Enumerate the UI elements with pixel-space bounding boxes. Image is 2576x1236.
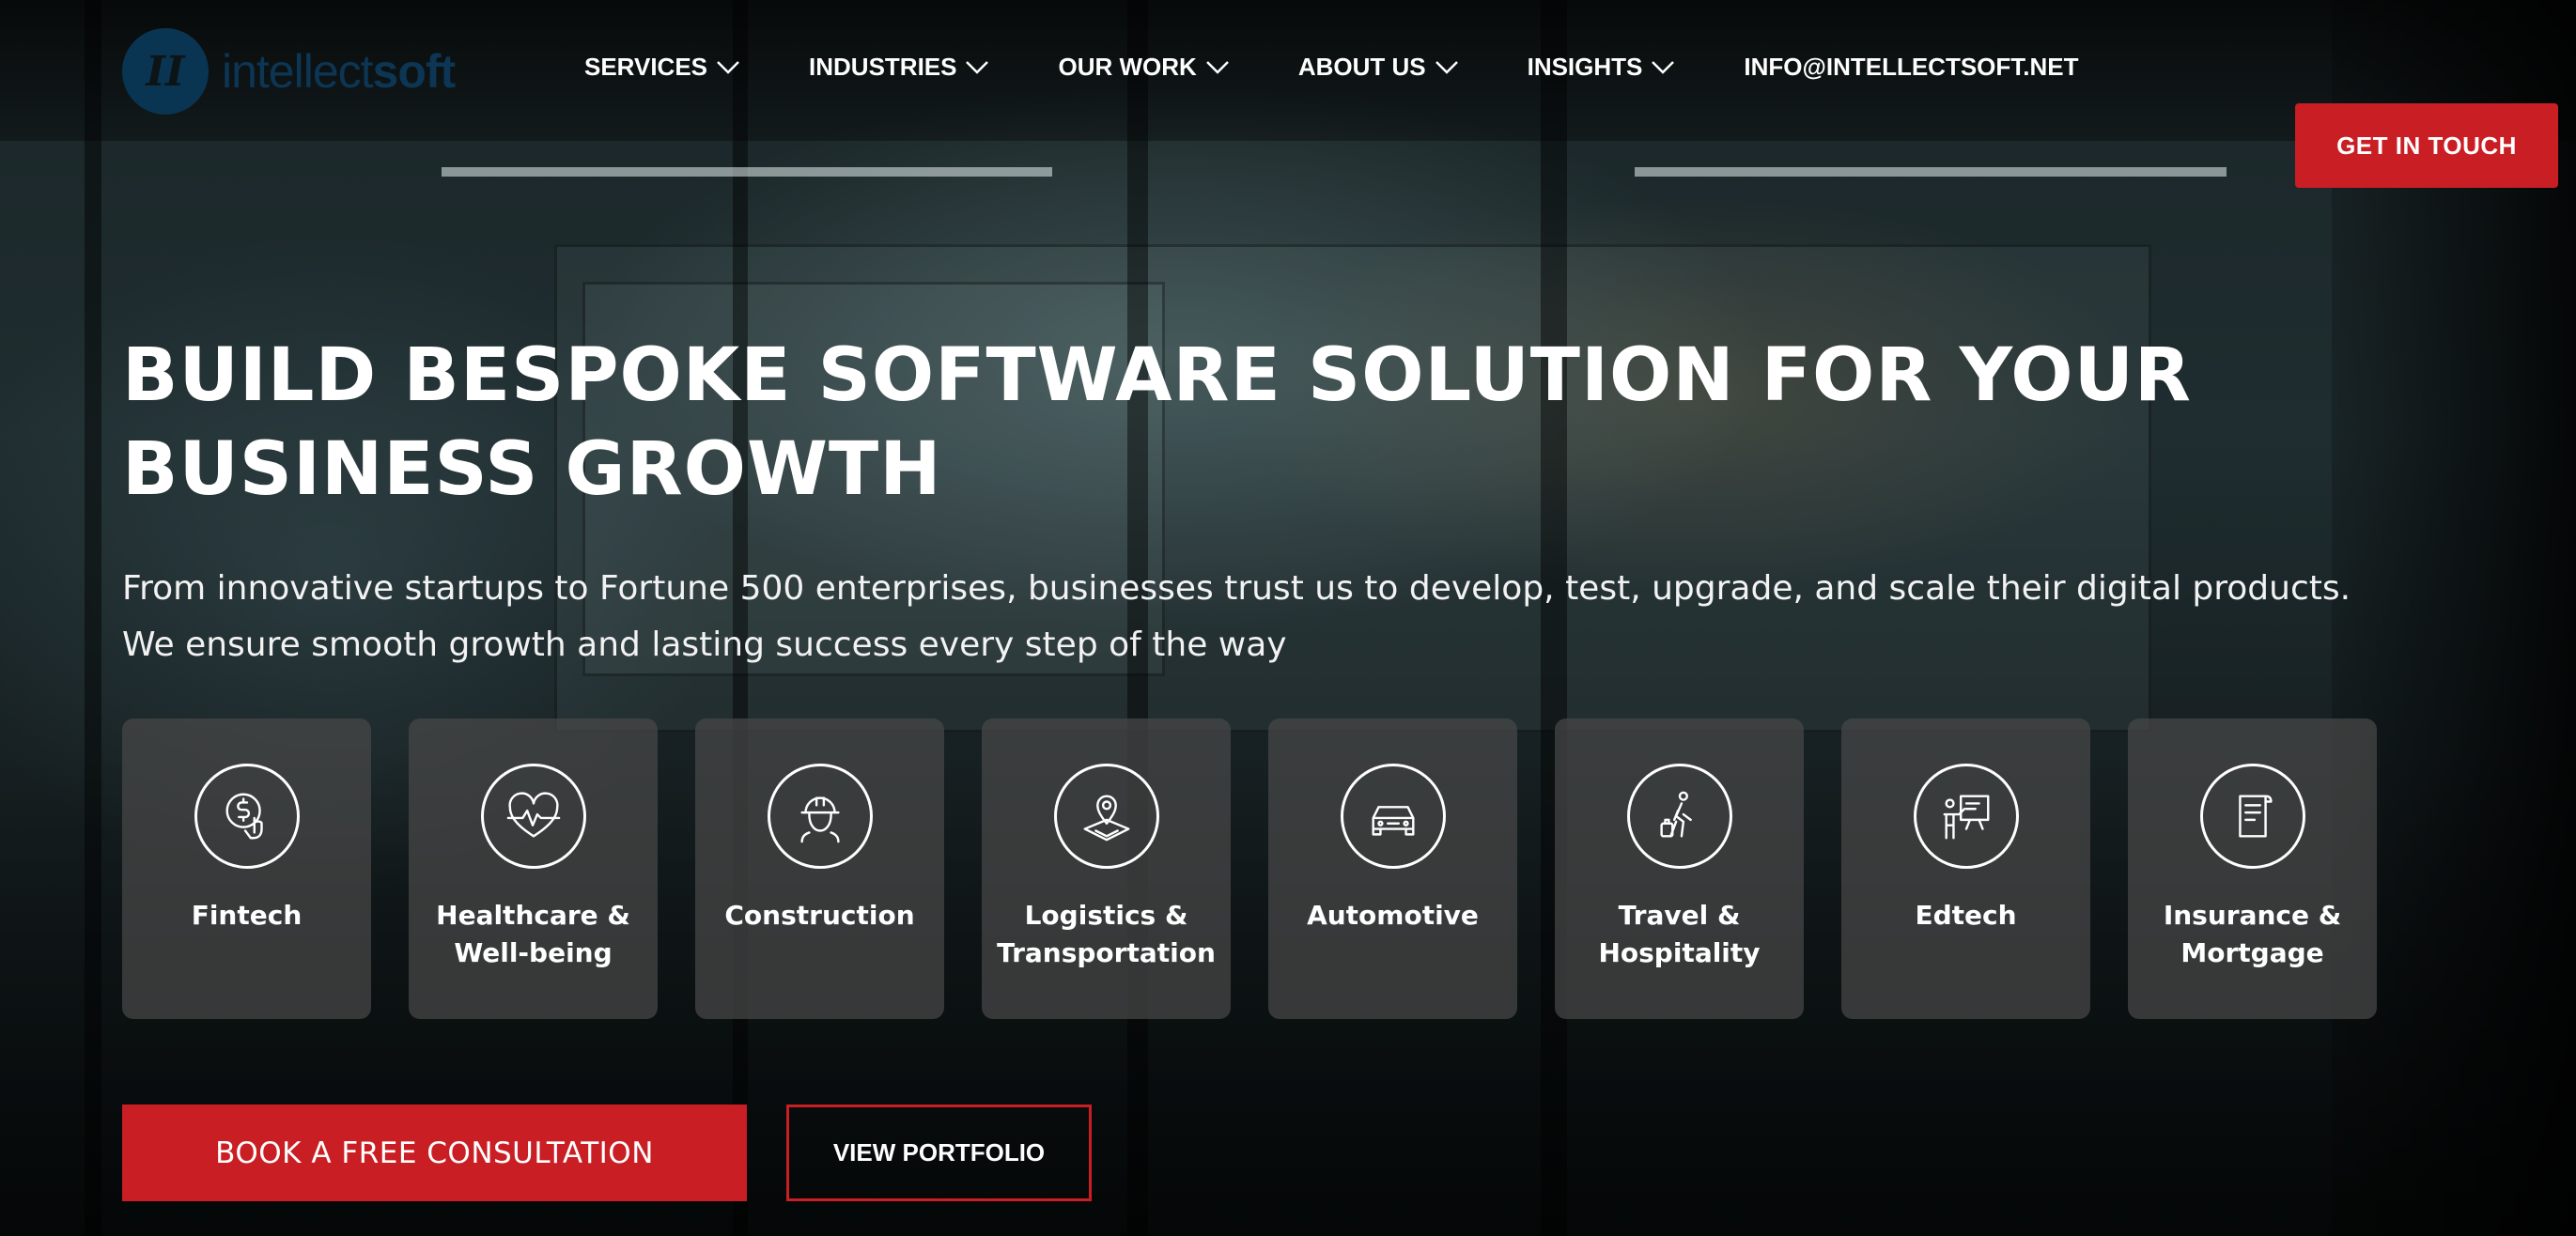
industry-card-label: Fintech [191, 900, 303, 931]
get-in-touch-button[interactable]: GET IN TOUCH [2295, 103, 2558, 188]
nav-about-us[interactable]: ABOUT US [1298, 53, 1460, 82]
logistics-icon [1053, 764, 1159, 869]
industry-card-label: Automotive [1307, 900, 1479, 931]
industry-card-label: Insurance & Mortgage [2163, 900, 2342, 968]
industry-card-label: Healthcare & Well-being [436, 900, 630, 968]
edtech-icon [1913, 764, 2019, 869]
industry-card-logistics[interactable]: Logistics & Transportation [982, 718, 1231, 1019]
industry-card-travel[interactable]: Travel & Hospitality [1555, 718, 1804, 1019]
industry-card-label: Edtech [1915, 900, 2017, 931]
nav-about-us-label: ABOUT US [1297, 53, 1426, 81]
industry-card-label: Construction [724, 900, 915, 931]
chevron-down-icon [966, 60, 989, 74]
chevron-down-icon [1435, 60, 1458, 74]
book-consultation-button[interactable]: BOOK A FREE CONSULTATION [122, 1105, 747, 1201]
chevron-down-icon [1205, 60, 1229, 74]
industry-card-automotive[interactable]: Automotive [1268, 718, 1517, 1019]
site-header: II intellectsoft SERVICES INDUSTRIES OUR… [0, 0, 2576, 188]
view-portfolio-button[interactable]: VIEW PORTFOLIO [786, 1105, 1092, 1201]
chevron-down-icon [1652, 60, 1675, 74]
logo-text: intellectsoft [222, 45, 456, 98]
chevron-down-icon [717, 60, 739, 74]
logo[interactable]: II intellectsoft [122, 28, 456, 115]
healthcare-icon [480, 764, 586, 869]
nav-our-work[interactable]: OUR WORK [1058, 53, 1230, 82]
logo-mark-icon: II [122, 28, 209, 115]
fintech-icon [194, 764, 300, 869]
industry-card-edtech[interactable]: Edtech [1841, 718, 2090, 1019]
nav-our-work-label: OUR WORK [1058, 53, 1197, 81]
nav-insights[interactable]: INSIGHTS [1528, 53, 1677, 82]
hero-title: BUILD BESPOKE SOFTWARE SOLUTION FOR YOUR… [122, 333, 2192, 512]
nav-email-link[interactable]: INFO@INTELLECTSOFT.NET [1744, 53, 2078, 82]
nav-services[interactable]: SERVICES [584, 53, 741, 82]
nav-services-label: SERVICES [584, 53, 708, 81]
nav-email-label: INFO@INTELLECTSOFT.NET [1744, 53, 2079, 81]
construction-icon [767, 764, 873, 869]
industry-card-insurance[interactable]: Insurance & Mortgage [2128, 718, 2377, 1019]
hero-subtitle: From innovative startups to Fortune 500 … [122, 569, 2351, 664]
nav-industries[interactable]: INDUSTRIES [809, 53, 990, 82]
insurance-icon [2199, 764, 2305, 869]
nav-industries-label: INDUSTRIES [809, 53, 957, 81]
industry-cards: Fintech Healthcare & Well-being Construc… [122, 718, 2377, 1019]
travel-icon [1626, 764, 1732, 869]
industry-card-construction[interactable]: Construction [695, 718, 944, 1019]
industry-card-label: Logistics & Transportation [997, 900, 1216, 968]
main-nav: SERVICES INDUSTRIES OUR WORK ABOUT US IN… [584, 53, 2079, 82]
industry-card-fintech[interactable]: Fintech [122, 718, 371, 1019]
industry-card-label: Travel & Hospitality [1598, 900, 1761, 968]
nav-insights-label: INSIGHTS [1527, 53, 1643, 81]
automotive-icon [1340, 764, 1446, 869]
industry-card-healthcare[interactable]: Healthcare & Well-being [409, 718, 658, 1019]
